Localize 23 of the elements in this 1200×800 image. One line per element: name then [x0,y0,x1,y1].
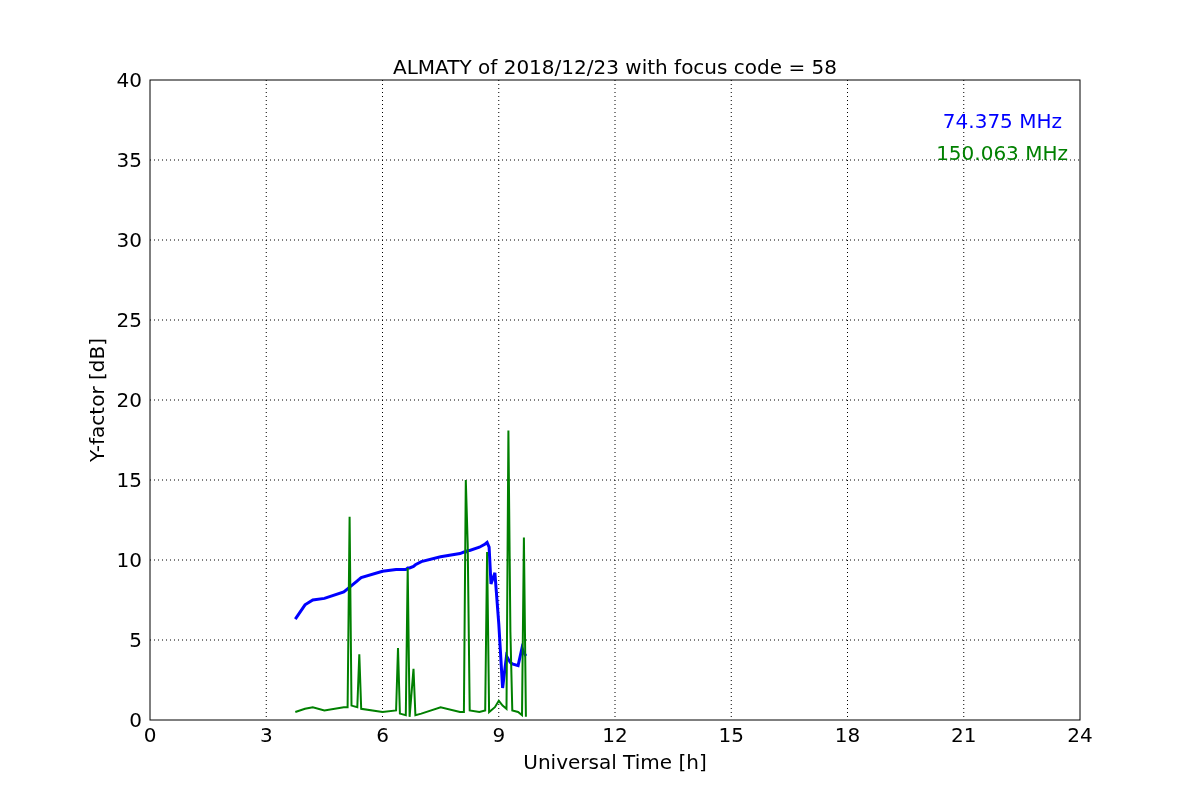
x-axis-label: Universal Time [h] [523,750,707,774]
x-tick-label: 24 [1067,723,1093,747]
y-tick-label: 40 [116,68,142,92]
x-tick-label: 0 [143,723,157,747]
y-tick-label: 30 [116,228,142,252]
x-tick-label: 3 [259,723,273,747]
y-tick-label: 5 [129,628,142,652]
chart-title: ALMATY of 2018/12/23 with focus code = 58 [393,55,837,79]
x-tick-label: 12 [602,723,628,747]
legend-label: 150.063 MHz [936,141,1068,165]
y-tick-label: 35 [116,148,142,172]
y-tick-label: 0 [129,708,142,732]
x-tick-label: 6 [376,723,389,747]
y-tick-label: 10 [116,548,142,572]
x-tick-label: 18 [834,723,861,747]
x-tick-label: 21 [951,723,977,747]
y-tick-label: 20 [116,388,142,412]
legend-label: 74.375 MHz [942,109,1062,133]
x-tick-label: 15 [718,723,744,747]
y-axis-label: Y-factor [dB] [85,338,109,462]
y-tick-label: 15 [116,468,142,492]
x-tick-label: 9 [492,723,506,747]
y-tick-label: 25 [116,308,142,332]
